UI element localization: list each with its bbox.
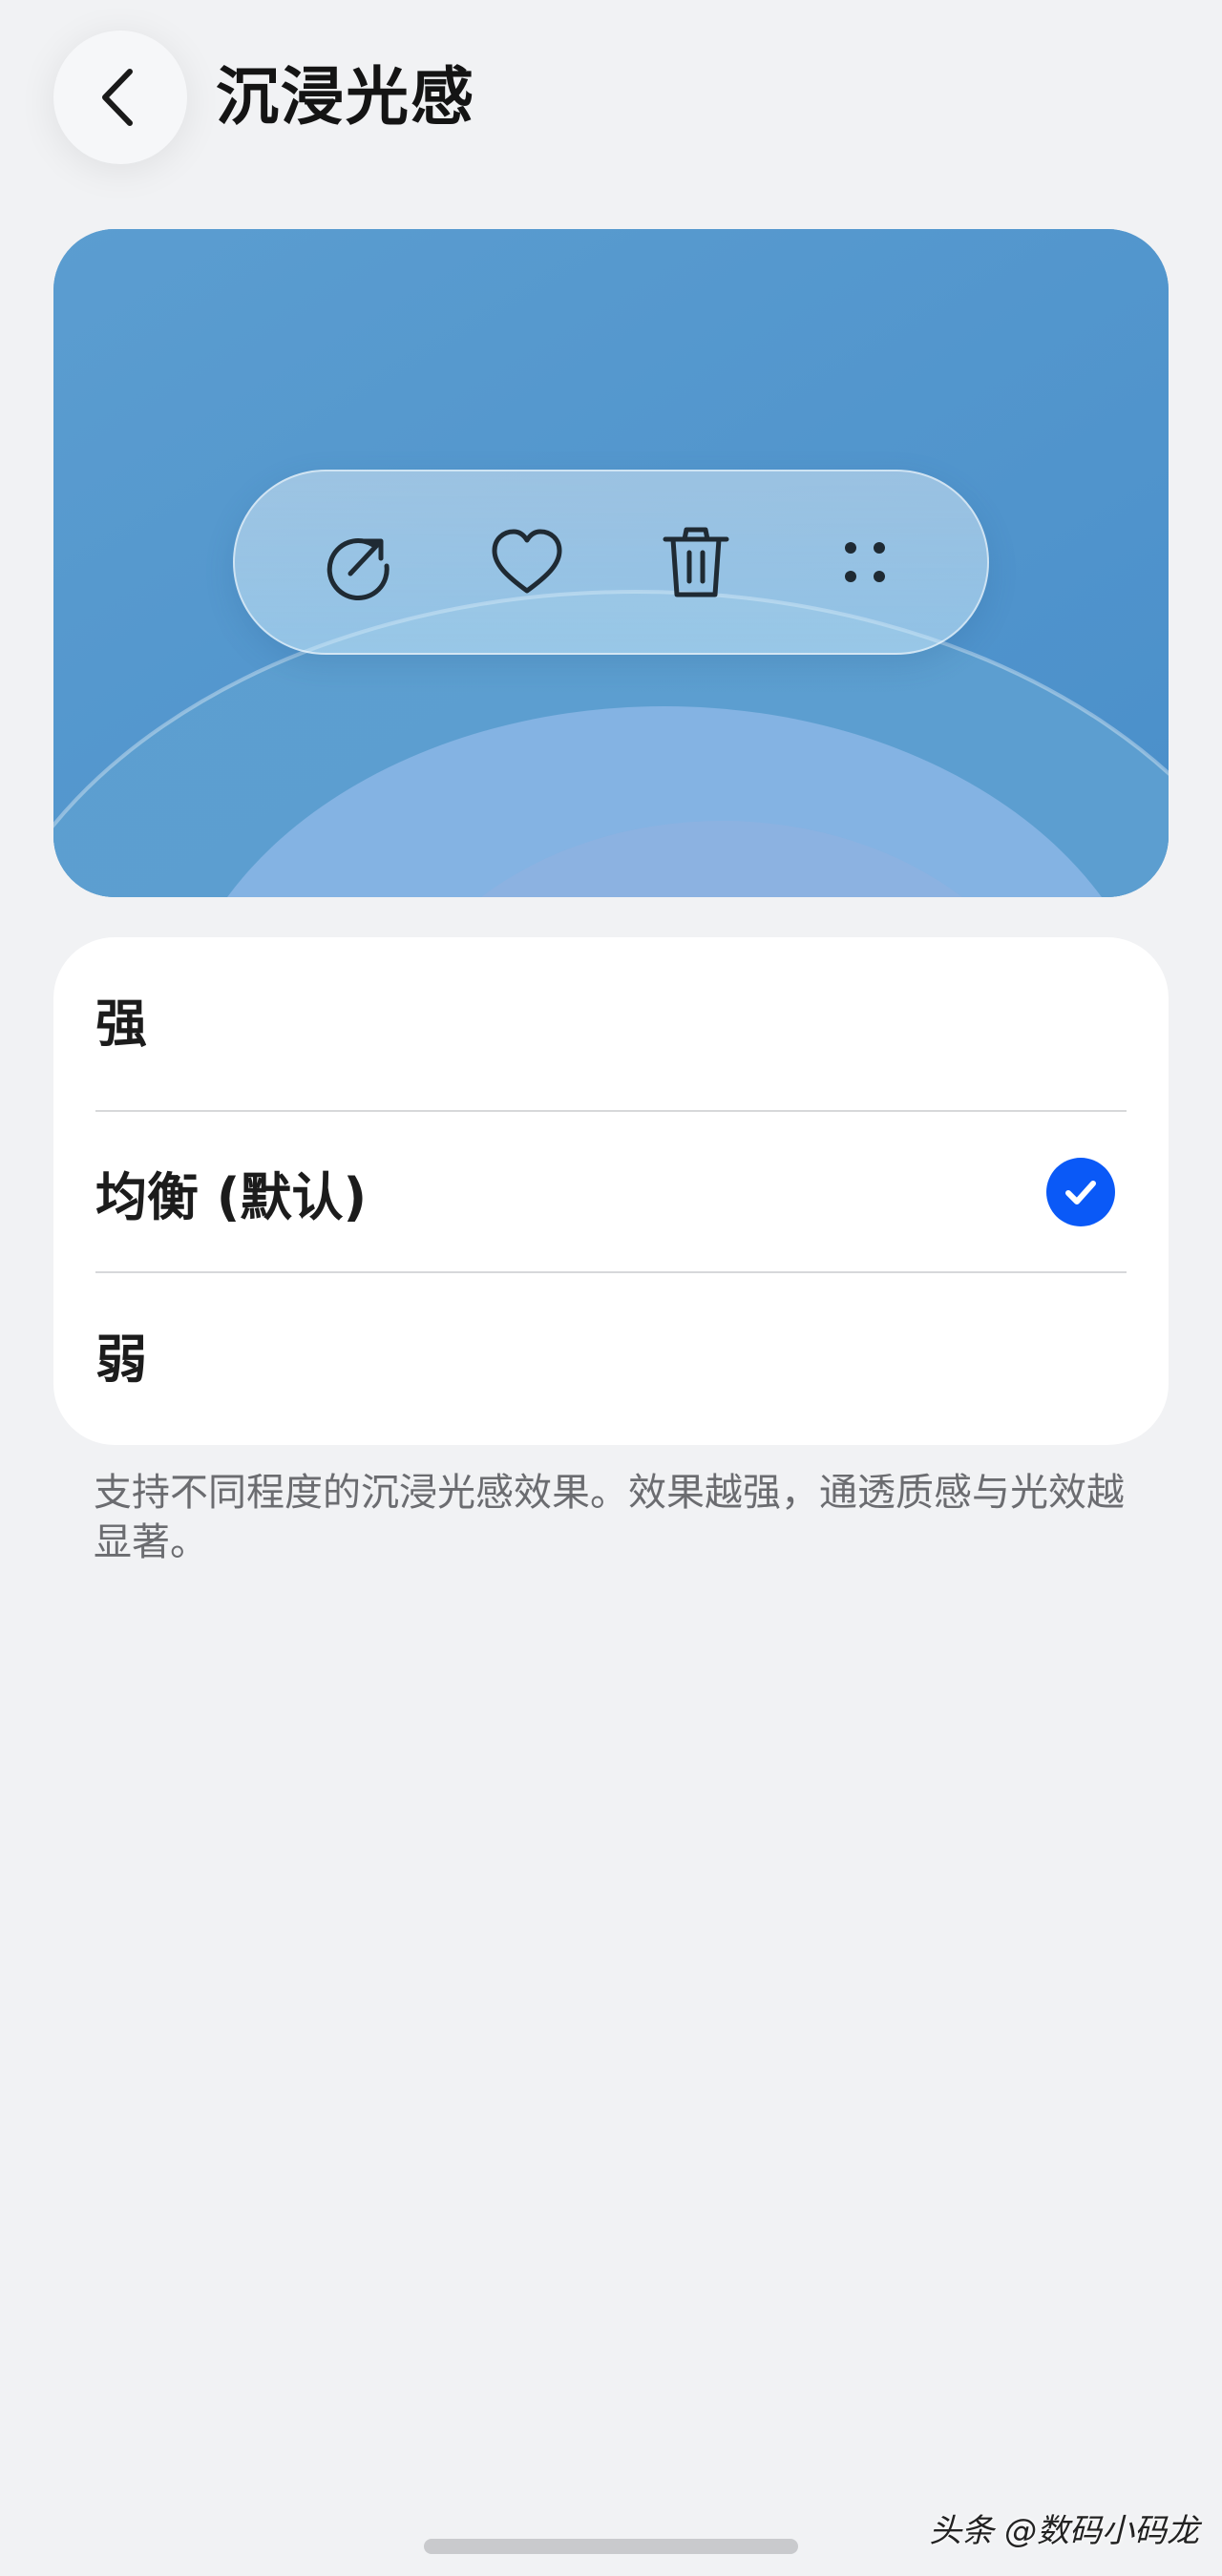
option-label: 强 bbox=[95, 993, 147, 1054]
option-strong[interactable]: 强 bbox=[95, 937, 1127, 1100]
share-icon[interactable] bbox=[312, 516, 404, 608]
description-text: 支持不同程度的沉浸光感效果。效果越强，通透质感与光效越显著。 bbox=[94, 1471, 1125, 1564]
page-title: 沉浸光感 bbox=[216, 60, 475, 134]
back-button[interactable] bbox=[53, 31, 187, 164]
trash-icon[interactable] bbox=[650, 516, 742, 608]
heart-icon[interactable] bbox=[481, 516, 573, 608]
home-indicator[interactable] bbox=[424, 2539, 798, 2554]
checkmark-icon bbox=[1046, 1158, 1115, 1226]
floating-action-bar bbox=[233, 470, 989, 655]
intensity-options-card: 强 均衡 (默认) 弱 bbox=[53, 937, 1169, 1445]
option-label: 弱 bbox=[95, 1329, 147, 1390]
more-icon[interactable] bbox=[819, 516, 911, 608]
preview-image bbox=[53, 229, 1169, 897]
option-weak[interactable]: 弱 bbox=[95, 1273, 1127, 1435]
watermark: 头条 @数码小码龙 bbox=[929, 2512, 1199, 2550]
chevron-left-icon bbox=[102, 69, 133, 126]
option-balanced[interactable]: 均衡 (默认) bbox=[95, 1111, 1127, 1273]
option-label: 均衡 (默认) bbox=[95, 1166, 368, 1227]
